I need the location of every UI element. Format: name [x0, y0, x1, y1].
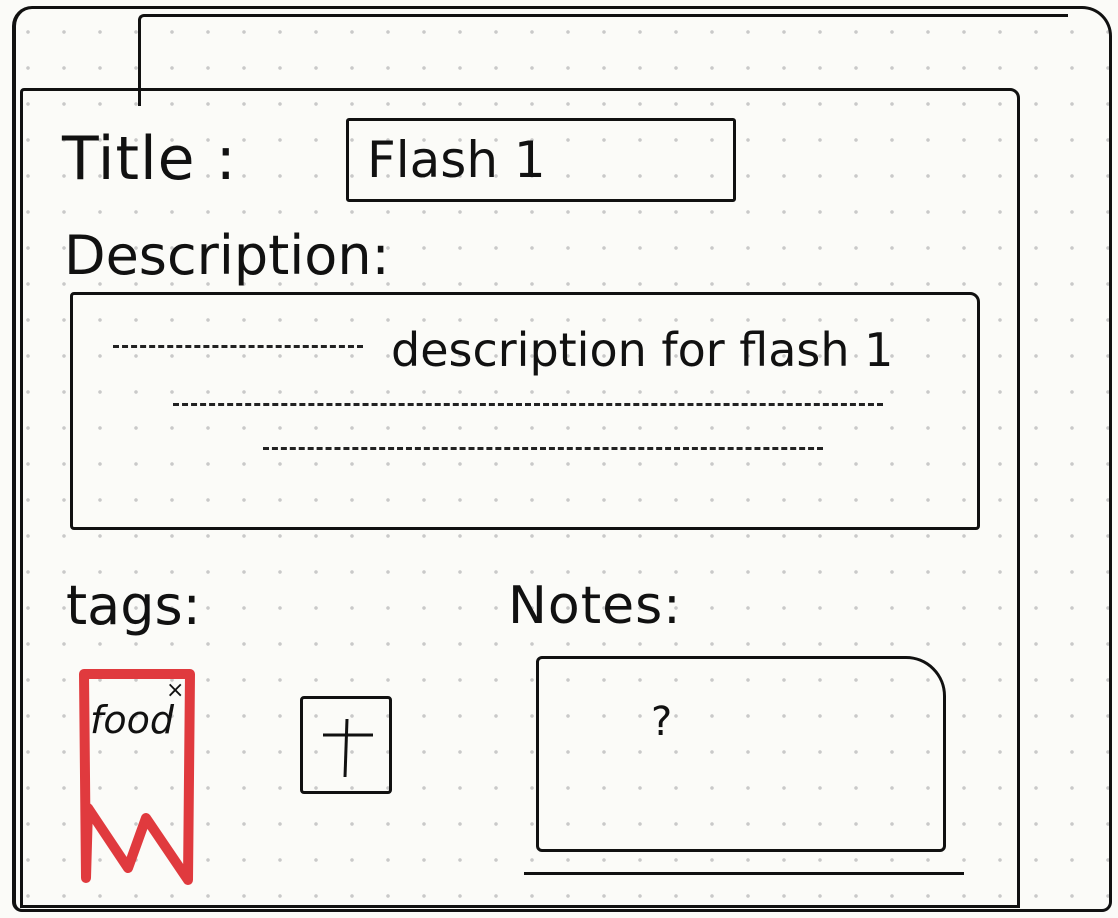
plus-icon — [323, 718, 373, 778]
description-text: description for flash 1 — [391, 323, 894, 377]
description-scribble-line — [113, 345, 363, 348]
description-scribble-line — [263, 447, 823, 450]
add-tag-button[interactable] — [300, 696, 392, 794]
notes-label: Notes: — [508, 576, 682, 636]
tag-label: food — [90, 698, 174, 742]
description-textarea[interactable]: description for flash 1 — [70, 292, 980, 530]
notes-textarea[interactable]: ? — [536, 656, 946, 852]
title-input[interactable]: Flash 1 — [346, 118, 736, 202]
tag-remove-icon[interactable]: × — [166, 678, 184, 703]
description-scribble-line — [173, 403, 883, 406]
divider — [524, 872, 964, 875]
tags-label: tags: — [66, 574, 201, 637]
title-label: Title : — [62, 124, 237, 194]
description-label: Description: — [64, 224, 390, 287]
notes-placeholder: ? — [651, 699, 673, 745]
tag-chip[interactable]: food × — [78, 668, 196, 886]
